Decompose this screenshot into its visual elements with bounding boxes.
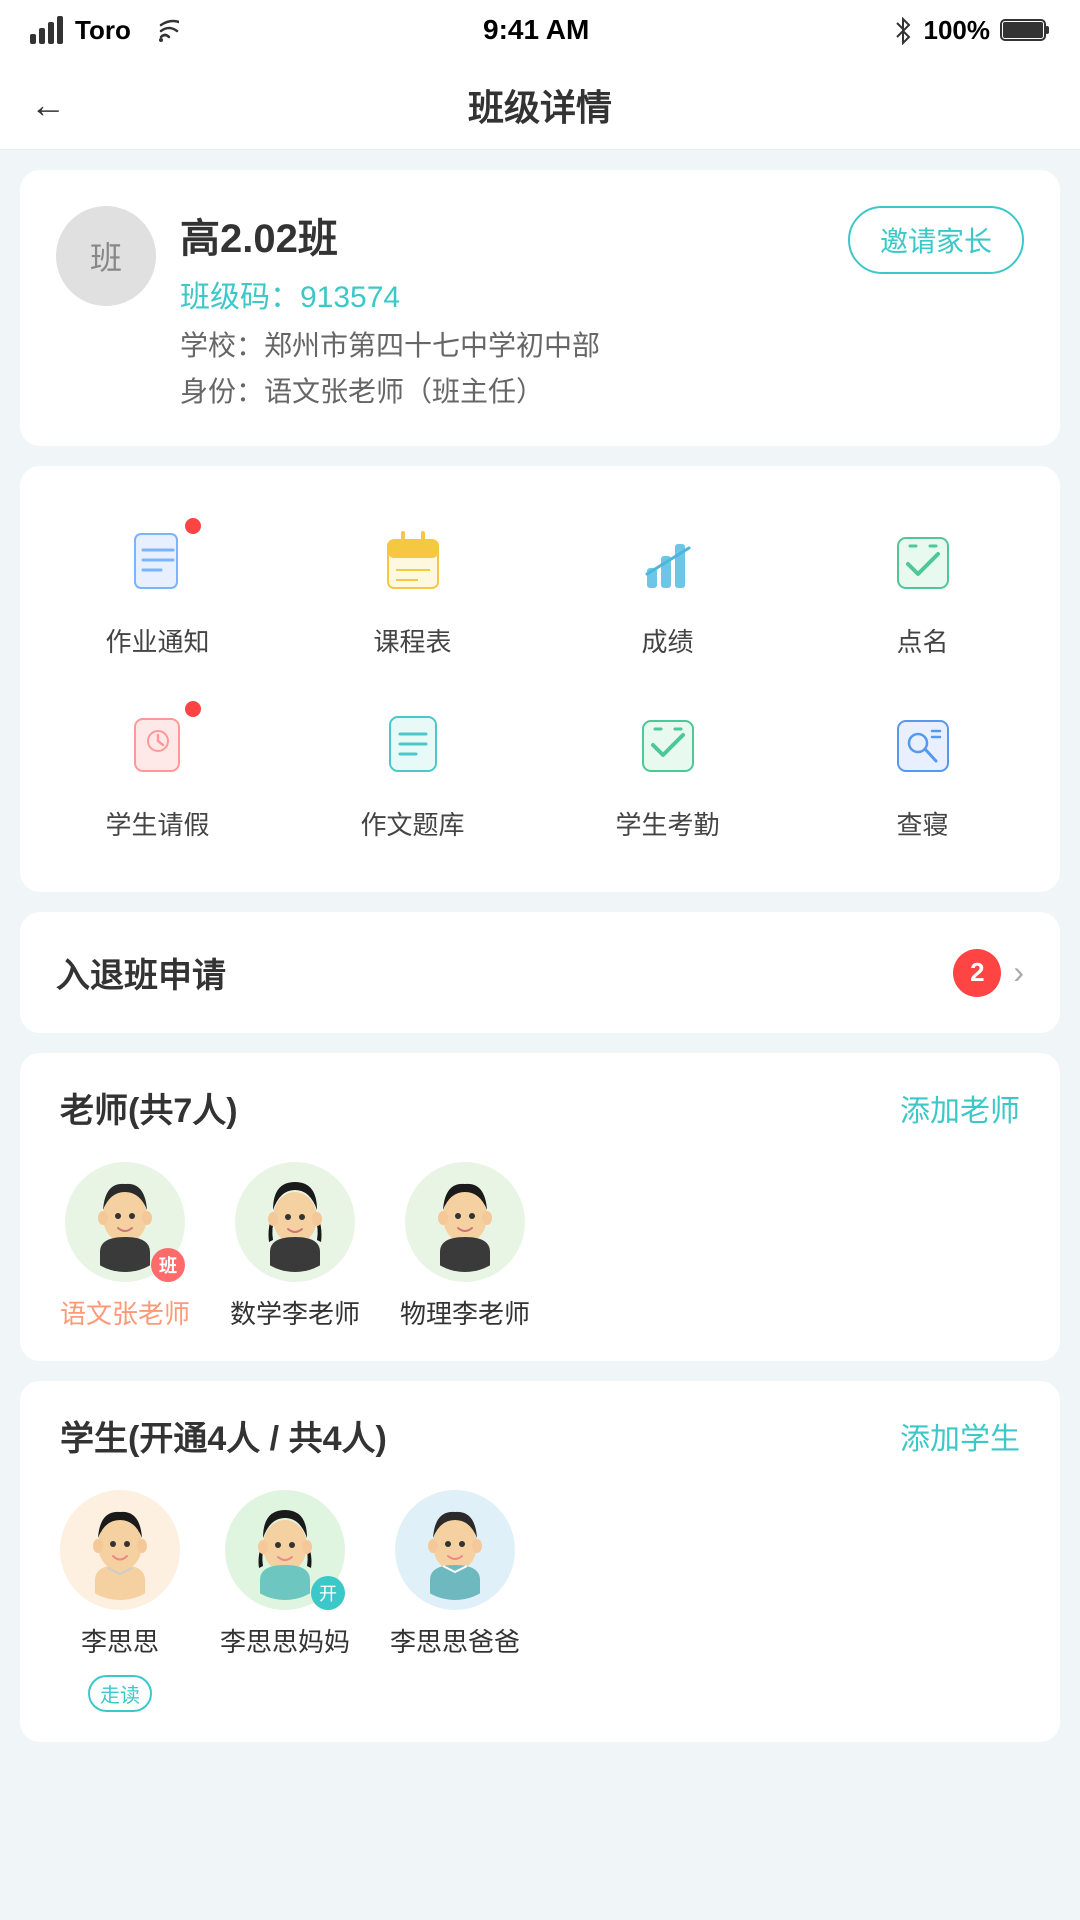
class-details: 高2.02班 班级码：913574 学校：郑州市第四十七中学初中部 身份：语文张…: [180, 206, 600, 410]
student-item-0[interactable]: 李思思 走读: [60, 1490, 180, 1712]
class-leader-badge: 班: [151, 1248, 185, 1282]
students-list: 李思思 走读 开 李思: [20, 1480, 1060, 1742]
add-teacher-button[interactable]: 添加老师: [900, 1086, 1020, 1130]
essay-icon: [378, 709, 448, 779]
quick-menu-card: 作业通知 课程表: [20, 466, 1060, 892]
teacher-face-1: [245, 1172, 345, 1272]
student-open-badge-1: 开: [311, 1576, 345, 1610]
teacher-name-0: 语文张老师: [60, 1294, 190, 1331]
teacher-face-2: [415, 1172, 515, 1272]
chevron-right-icon: ›: [1013, 954, 1024, 991]
class-name: 高2.02班: [180, 206, 600, 264]
menu-label-grade: 成绩: [641, 622, 693, 659]
teacher-avatar-2: [405, 1162, 525, 1282]
leave-notification-dot: [185, 701, 201, 717]
homework-icon: [123, 526, 193, 596]
menu-item-leave[interactable]: 学生请假: [30, 679, 285, 862]
students-header: 学生(开通4人 / 共4人) 添加学生: [20, 1381, 1060, 1480]
teacher-name-2: 物理李老师: [400, 1294, 530, 1331]
students-title: 学生(开通4人 / 共4人): [60, 1411, 387, 1460]
student-face-0: [70, 1500, 170, 1600]
student-tag-0: 走读: [88, 1675, 152, 1712]
leave-icon: [123, 709, 193, 779]
student-name-0: 李思思: [81, 1622, 159, 1659]
student-name-1: 李思思妈妈: [220, 1622, 350, 1659]
menu-label-leave: 学生请假: [105, 805, 209, 842]
menu-label-rollcall: 点名: [896, 622, 948, 659]
battery-label: 100%: [923, 15, 990, 46]
student-name-2: 李思思爸爸: [390, 1622, 520, 1659]
student-avatar-1: 开: [225, 1490, 345, 1610]
student-item-2[interactable]: 李思思爸爸: [390, 1490, 520, 1712]
class-icon: 班: [56, 206, 156, 306]
teacher-item-1[interactable]: 数学李老师: [230, 1162, 360, 1331]
schedule-icon: [378, 526, 448, 596]
rollcall-icon: [888, 526, 958, 596]
menu-label-essay: 作文题库: [360, 805, 464, 842]
student-face-2: [405, 1500, 505, 1600]
attendance-icon: [633, 709, 703, 779]
invite-parent-button[interactable]: 邀请家长: [848, 206, 1024, 274]
teachers-list: 班 语文张老师: [20, 1152, 1060, 1361]
menu-item-rollcall[interactable]: 点名: [795, 496, 1050, 679]
page-header: ← 班级详情: [0, 60, 1080, 150]
battery-icon: [1000, 17, 1050, 43]
menu-item-grade[interactable]: 成绩: [540, 496, 795, 679]
grade-icon: [633, 526, 703, 596]
bluetooth-icon: [893, 15, 913, 45]
teachers-section: 老师(共7人) 添加老师: [20, 1053, 1060, 1361]
enrollment-badge: 2: [953, 949, 1001, 997]
teachers-title: 老师(共7人): [60, 1083, 238, 1132]
class-info-card: 班 高2.02班 班级码：913574 学校：郑州市第四十七中学初中部 身份：语…: [20, 170, 1060, 446]
menu-label-dormcheck: 查寝: [896, 805, 948, 842]
menu-label-schedule: 课程表: [373, 622, 451, 659]
status-bar: Toro 9:41 AM 100%: [0, 0, 1080, 60]
teacher-avatar-1: [235, 1162, 355, 1282]
status-left: Toro: [30, 15, 179, 46]
menu-label-homework: 作业通知: [105, 622, 209, 659]
enrollment-row[interactable]: 入退班申请 2 ›: [20, 912, 1060, 1033]
student-avatar-0: [60, 1490, 180, 1610]
class-info-left: 班 高2.02班 班级码：913574 学校：郑州市第四十七中学初中部 身份：语…: [56, 206, 600, 410]
teachers-header: 老师(共7人) 添加老师: [20, 1053, 1060, 1152]
homework-notification-dot: [185, 518, 201, 534]
student-item-1[interactable]: 开 李思思妈妈: [220, 1490, 350, 1712]
page-title: 班级详情: [468, 79, 612, 131]
carrier-label: Toro: [75, 15, 131, 46]
dormcheck-icon: [888, 709, 958, 779]
menu-item-homework[interactable]: 作业通知: [30, 496, 285, 679]
teacher-name-1: 数学李老师: [230, 1294, 360, 1331]
teacher-avatar-0: 班: [65, 1162, 185, 1282]
class-code: 班级码：913574: [180, 272, 600, 316]
teacher-item-2[interactable]: 物理李老师: [400, 1162, 530, 1331]
enrollment-title: 入退班申请: [56, 948, 226, 997]
add-student-button[interactable]: 添加学生: [900, 1414, 1020, 1458]
menu-label-attendance: 学生考勤: [615, 805, 719, 842]
class-role: 身份：语文张老师（班主任）: [180, 370, 600, 410]
class-info-row: 班 高2.02班 班级码：913574 学校：郑州市第四十七中学初中部 身份：语…: [56, 206, 1024, 410]
students-section: 学生(开通4人 / 共4人) 添加学生: [20, 1381, 1060, 1742]
menu-item-attendance[interactable]: 学生考勤: [540, 679, 795, 862]
teacher-item-0[interactable]: 班 语文张老师: [60, 1162, 190, 1331]
status-time: 9:41 AM: [483, 14, 589, 46]
status-right: 100%: [893, 15, 1050, 46]
menu-item-schedule[interactable]: 课程表: [285, 496, 540, 679]
menu-item-essay[interactable]: 作文题库: [285, 679, 540, 862]
menu-item-dormcheck[interactable]: 查寝: [795, 679, 1050, 862]
student-avatar-2: [395, 1490, 515, 1610]
enrollment-right: 2 ›: [953, 949, 1024, 997]
back-button[interactable]: ←: [30, 84, 66, 126]
signal-icon: [30, 16, 63, 44]
menu-grid: 作业通知 课程表: [30, 476, 1050, 882]
wifi-icon: [143, 17, 179, 43]
class-school: 学校：郑州市第四十七中学初中部: [180, 324, 600, 364]
